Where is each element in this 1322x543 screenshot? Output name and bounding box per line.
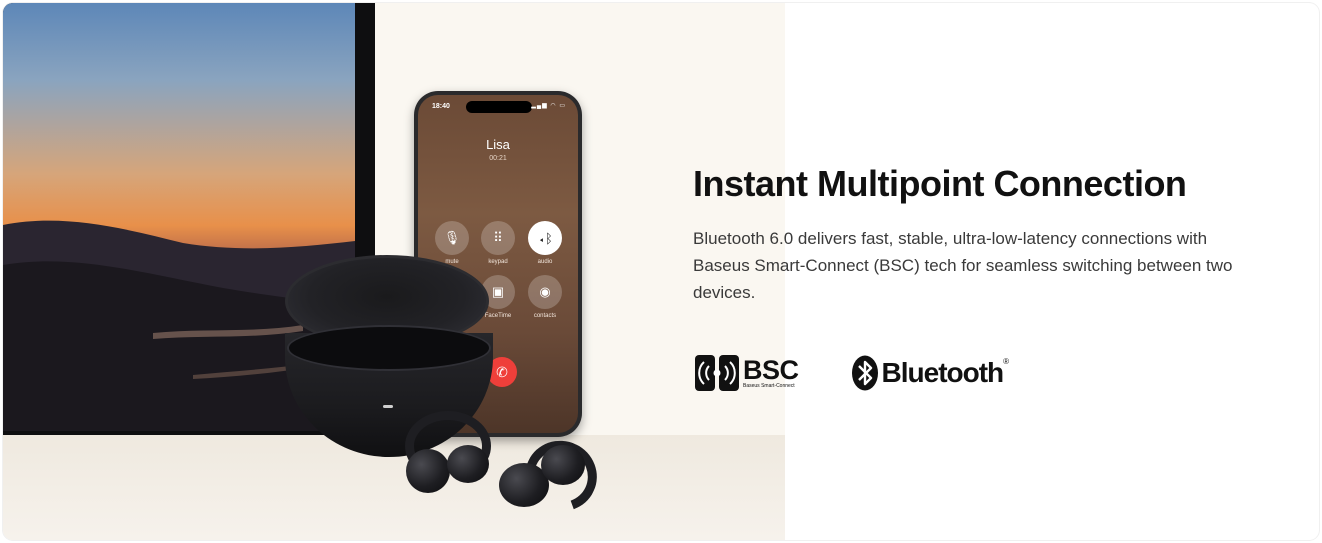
audio-bluetooth-icon: ◂ᛒ	[528, 221, 562, 255]
caller-name: Lisa	[486, 137, 510, 152]
feature-headline: Instant Multipoint Connection	[693, 163, 1187, 204]
bsc-logo: BSC Baseus Smart-Connect	[695, 355, 799, 391]
feature-description: Bluetooth 6.0 delivers fast, stable, ult…	[693, 229, 1233, 302]
bsc-logo-subtitle: Baseus Smart-Connect	[743, 382, 795, 389]
status-time: 18:40	[432, 103, 450, 110]
status-icons: ▂▄▆ ◠ ▭	[531, 103, 566, 109]
bsc-signal-icon	[695, 355, 739, 391]
earbud-left-tip	[447, 445, 489, 483]
case-indicator-light	[383, 405, 393, 408]
control-label: contacts	[533, 313, 557, 319]
keypad-icon: ⠿	[481, 221, 515, 255]
audio-control[interactable]: ◂ᛒ audio	[528, 221, 562, 265]
bluetooth-logo-text: Bluetooth	[881, 357, 1005, 388]
contacts-icon: ◉	[528, 275, 562, 309]
bluetooth-logo: Bluetooth ®	[851, 355, 1010, 391]
control-label: audio	[537, 259, 553, 265]
case-opening	[287, 325, 491, 371]
mic-off-icon: 🎙	[435, 221, 469, 255]
registered-mark: ®	[1003, 357, 1010, 366]
bsc-logo-text: BSC	[743, 354, 799, 385]
product-scene: 18:40 ▂▄▆ ◠ ▭ Lisa 00:21 🎙 mute ⠿ keypad…	[3, 3, 785, 540]
bluetooth-icon	[851, 355, 878, 391]
earbud-left	[406, 449, 450, 493]
logo-row: BSC Baseus Smart-Connect Bluetooth ®	[695, 355, 1009, 391]
earbud-right-tip	[541, 445, 585, 485]
dynamic-island	[466, 101, 532, 113]
call-duration: 00:21	[489, 155, 507, 162]
contacts-control[interactable]: ◉ contacts	[528, 275, 562, 319]
feature-banner: 18:40 ▂▄▆ ◠ ▭ Lisa 00:21 🎙 mute ⠿ keypad…	[3, 3, 1319, 540]
feature-text: Instant Multipoint Connection Bluetooth …	[693, 163, 1253, 306]
